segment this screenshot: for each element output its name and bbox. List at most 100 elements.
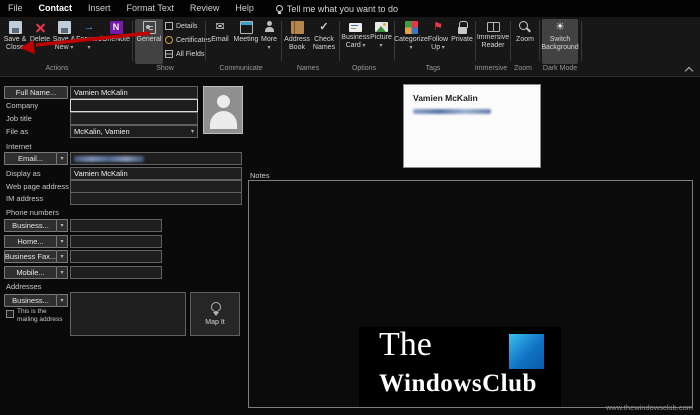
more-button[interactable]: More bbox=[260, 19, 278, 64]
save-close-button[interactable]: Save & Close bbox=[2, 19, 28, 64]
map-it-label: Map It bbox=[205, 319, 225, 326]
zoom-label: Zoom bbox=[516, 36, 534, 43]
group-label-tags: Tags bbox=[425, 65, 441, 72]
tab-contact[interactable]: Contact bbox=[31, 0, 81, 17]
details-button[interactable]: Details bbox=[165, 20, 209, 32]
onenote-label: OneNote bbox=[101, 36, 131, 43]
person-icon bbox=[263, 21, 276, 34]
email-button[interactable]: Email bbox=[208, 19, 232, 64]
phone-mobile-dropdown[interactable] bbox=[57, 266, 68, 279]
save-new-button[interactable]: Save & New bbox=[52, 19, 76, 64]
lightbulb-icon bbox=[275, 5, 283, 14]
web-page-label: Web page address bbox=[6, 182, 69, 191]
group-label-zoom: Zoom bbox=[514, 65, 532, 72]
business-card-redacted-email bbox=[413, 109, 491, 114]
zoom-button[interactable]: Zoom bbox=[513, 19, 537, 64]
group-separator bbox=[339, 21, 340, 61]
onenote-icon bbox=[109, 21, 123, 34]
save-new-icon bbox=[57, 21, 71, 34]
general-icon bbox=[142, 21, 156, 34]
all-fields-label: All Fields bbox=[176, 50, 205, 58]
group-label-immersive: Immersive bbox=[474, 65, 508, 72]
email-dropdown-button[interactable] bbox=[57, 152, 68, 165]
categorize-label: Categorize bbox=[394, 36, 428, 52]
job-title-field[interactable] bbox=[70, 112, 198, 125]
calendar-icon bbox=[239, 21, 253, 34]
delete-button[interactable]: Delete bbox=[29, 19, 51, 64]
mailing-address-checkbox[interactable] bbox=[6, 310, 14, 318]
email-field-redacted[interactable] bbox=[70, 152, 242, 165]
delete-label: Delete bbox=[29, 36, 51, 43]
phone-home-button[interactable]: Home... bbox=[4, 235, 57, 248]
save-icon bbox=[8, 21, 22, 34]
file-as-select[interactable]: McKalin, Vamien bbox=[70, 125, 198, 138]
tell-me-box[interactable]: Tell me what you want to do bbox=[275, 4, 398, 14]
map-it-button[interactable]: Map It bbox=[190, 292, 240, 336]
notes-area[interactable]: The WindowsClub bbox=[248, 180, 693, 408]
phone-mobile-field[interactable] bbox=[70, 266, 162, 279]
meeting-button[interactable]: Meeting bbox=[233, 19, 259, 64]
file-as-label: File as bbox=[6, 127, 29, 136]
group-separator bbox=[205, 21, 206, 61]
group-label-actions: Actions bbox=[45, 65, 69, 72]
phone-business-fax-button[interactable]: Business Fax... bbox=[4, 250, 57, 263]
categorize-button[interactable]: Categorize bbox=[394, 19, 428, 64]
phone-business-fax-field[interactable] bbox=[70, 250, 162, 263]
certificates-button[interactable]: Certificates bbox=[165, 34, 211, 46]
full-name-field[interactable] bbox=[70, 86, 198, 99]
internet-header: Internet bbox=[6, 142, 32, 151]
address-book-button[interactable]: Address Book bbox=[284, 19, 310, 64]
phone-mobile-button[interactable]: Mobile... bbox=[4, 266, 57, 279]
general-label: General bbox=[136, 36, 162, 43]
phone-business-button[interactable]: Business... bbox=[4, 219, 57, 232]
phone-home-dropdown[interactable] bbox=[57, 235, 68, 248]
switch-background-button[interactable]: Switch Background bbox=[541, 19, 579, 64]
job-title-label: Job title bbox=[6, 114, 32, 123]
check-names-button[interactable]: Check Names bbox=[311, 19, 337, 64]
group-separator bbox=[132, 21, 133, 61]
email-field-button[interactable]: Email... bbox=[4, 152, 57, 165]
mailing-address-checkbox-label: This is the mailing address bbox=[17, 308, 63, 324]
private-label: Private bbox=[451, 36, 473, 43]
forward-label: Forward bbox=[76, 36, 102, 52]
save-close-label: Save & Close bbox=[3, 36, 27, 52]
tab-help[interactable]: Help bbox=[227, 0, 262, 17]
onenote-button[interactable]: OneNote bbox=[102, 19, 130, 64]
lock-icon bbox=[456, 21, 469, 34]
tab-review[interactable]: Review bbox=[182, 0, 228, 17]
meeting-label: Meeting bbox=[233, 36, 259, 43]
business-card-name: Vamien McKalin bbox=[413, 93, 478, 103]
address-business-dropdown[interactable] bbox=[57, 294, 68, 307]
private-button[interactable]: Private bbox=[451, 19, 473, 64]
group-label-show: Show bbox=[156, 65, 174, 72]
details-icon bbox=[165, 22, 173, 30]
contact-photo-placeholder[interactable] bbox=[203, 86, 243, 134]
full-name-button[interactable]: Full Name... bbox=[4, 86, 68, 99]
business-card-button[interactable]: Business Card bbox=[341, 19, 370, 64]
forward-button[interactable]: Forward bbox=[76, 19, 102, 64]
follow-up-label: Follow Up bbox=[428, 36, 448, 52]
general-button[interactable]: General bbox=[135, 19, 163, 64]
picture-icon bbox=[374, 22, 388, 32]
map-pin-icon bbox=[210, 302, 221, 316]
group-label-communicate: Communicate bbox=[219, 65, 263, 72]
im-address-field[interactable] bbox=[70, 192, 242, 205]
tab-format-text[interactable]: Format Text bbox=[119, 0, 182, 17]
group-separator bbox=[281, 21, 282, 61]
address-textarea[interactable] bbox=[70, 292, 186, 336]
display-as-field[interactable] bbox=[70, 167, 242, 180]
phone-business-dropdown[interactable] bbox=[57, 219, 68, 232]
follow-up-button[interactable]: Follow Up bbox=[426, 19, 450, 64]
all-fields-button[interactable]: All Fields bbox=[165, 48, 209, 60]
collapse-ribbon-chevron-icon[interactable] bbox=[684, 66, 694, 76]
phone-business-fax-dropdown[interactable] bbox=[57, 250, 68, 263]
phone-home-field[interactable] bbox=[70, 235, 162, 248]
tab-insert[interactable]: Insert bbox=[80, 0, 119, 17]
address-business-button[interactable]: Business... bbox=[4, 294, 57, 307]
picture-button[interactable]: Picture bbox=[370, 19, 392, 64]
tab-file[interactable]: File bbox=[0, 0, 31, 17]
immersive-reader-button[interactable]: Immersive Reader bbox=[477, 19, 509, 64]
phone-business-field[interactable] bbox=[70, 219, 162, 232]
switch-background-label: Switch Background bbox=[541, 36, 579, 52]
company-field[interactable] bbox=[70, 99, 198, 112]
